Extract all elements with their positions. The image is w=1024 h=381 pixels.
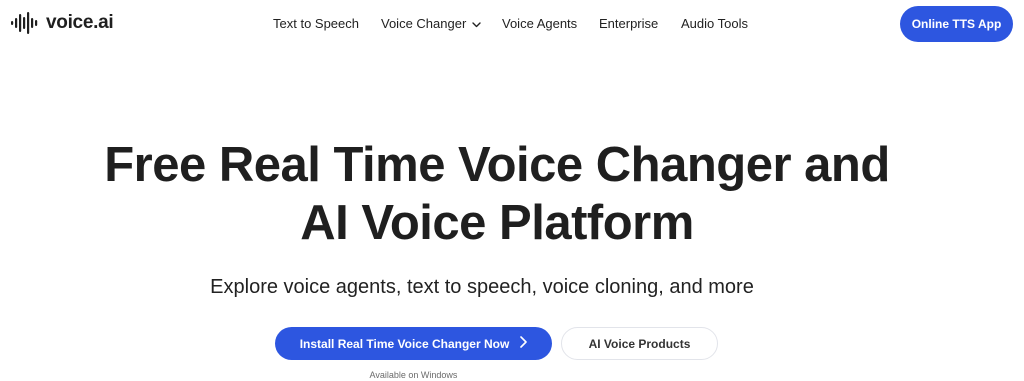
brand-logo[interactable]: voice.ai bbox=[11, 12, 114, 34]
nav-voice-changer[interactable]: Voice Changer bbox=[381, 16, 481, 32]
online-tts-app-button[interactable]: Online TTS App bbox=[900, 6, 1013, 42]
nav-voice-changer-label: Voice Changer bbox=[381, 16, 467, 31]
hero-title-line-1: Free Real Time Voice Changer and bbox=[104, 138, 890, 192]
platform-note: Available on Windows bbox=[369, 370, 458, 380]
nav-audio-tools[interactable]: Audio Tools bbox=[681, 16, 748, 32]
top-navigation: voice.ai Text to Speech Voice Changer Vo… bbox=[0, 0, 1024, 48]
install-voice-changer-button[interactable]: Install Real Time Voice Changer Now bbox=[275, 327, 552, 360]
nav-text-to-speech[interactable]: Text to Speech bbox=[273, 16, 359, 32]
hero-subtitle: Explore voice agents, text to speech, vo… bbox=[210, 276, 754, 298]
brand-name: voice.ai bbox=[46, 12, 114, 33]
ai-voice-products-button[interactable]: AI Voice Products bbox=[561, 327, 718, 360]
install-button-label: Install Real Time Voice Changer Now bbox=[299, 336, 510, 351]
chevron-down-icon bbox=[472, 16, 481, 32]
hero-title: Free Real Time Voice Changer and AI Voic… bbox=[0, 136, 1024, 252]
hero-title-line-2: AI Voice Platform bbox=[300, 196, 694, 250]
nav-voice-agents[interactable]: Voice Agents bbox=[502, 16, 577, 32]
chevron-right-icon bbox=[520, 336, 528, 351]
waveform-icon bbox=[11, 12, 41, 34]
nav-enterprise[interactable]: Enterprise bbox=[599, 16, 658, 32]
